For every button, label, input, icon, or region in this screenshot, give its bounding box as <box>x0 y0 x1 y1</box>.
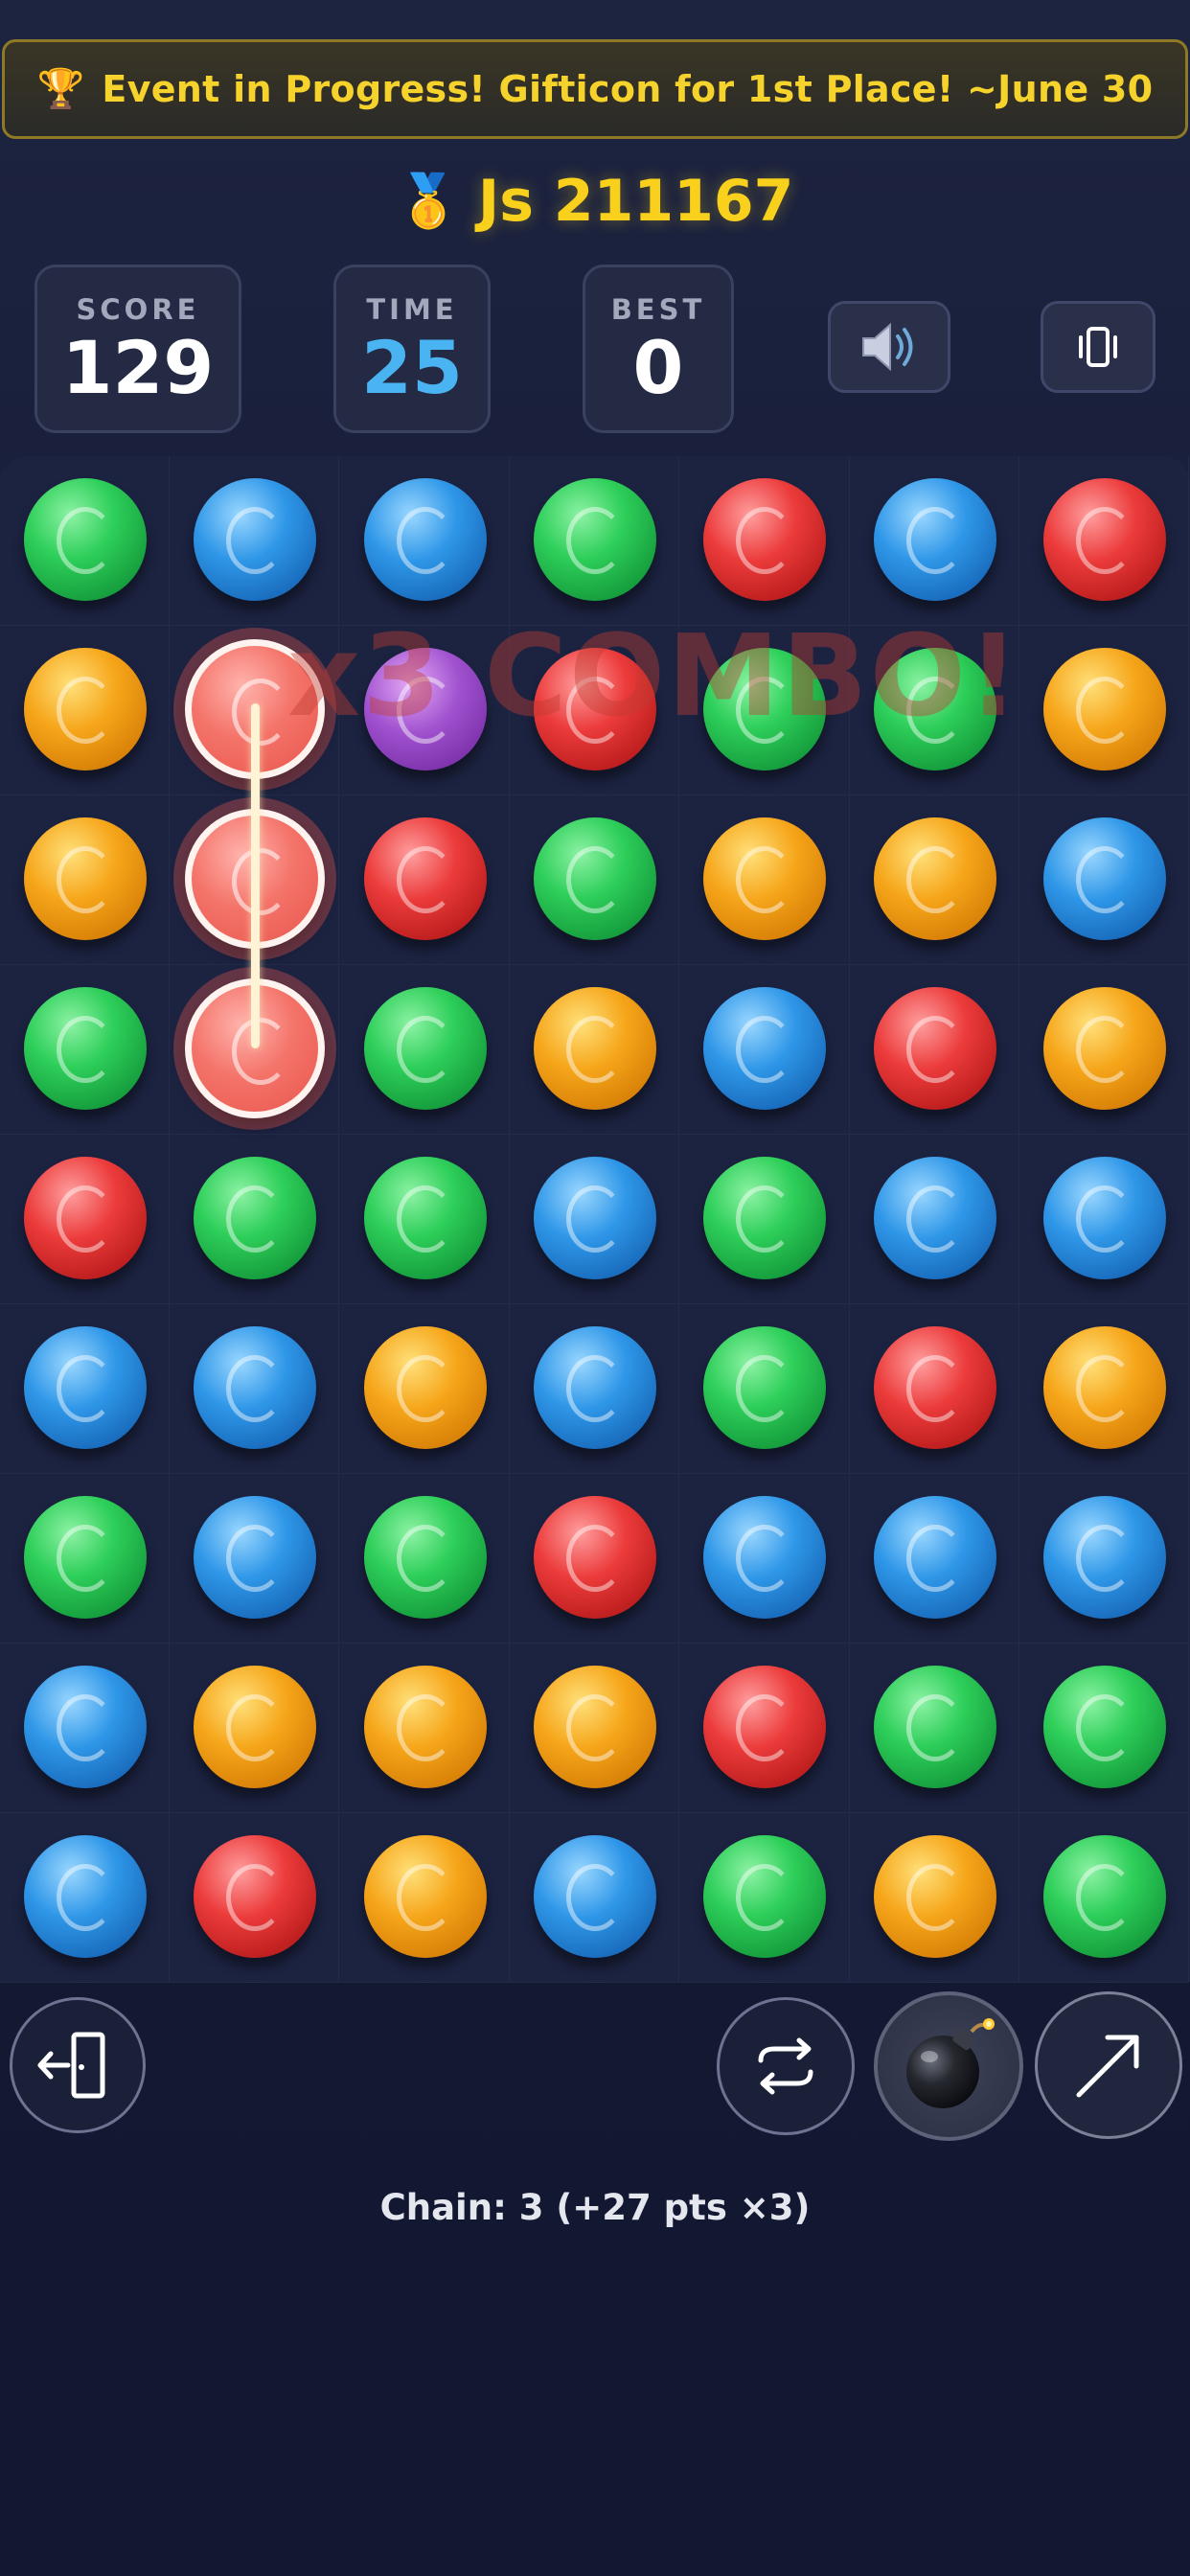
ball-green[interactable] <box>703 1156 827 1279</box>
best-label: BEST <box>610 293 706 326</box>
ball-red[interactable] <box>703 1665 827 1788</box>
ball-blue[interactable] <box>703 986 827 1110</box>
score-value: 129 <box>61 325 215 410</box>
ball-green[interactable] <box>363 1495 487 1619</box>
ball-green[interactable] <box>23 477 147 601</box>
ball-blue[interactable] <box>533 1156 656 1279</box>
ball-orange[interactable] <box>363 1834 487 1958</box>
ball-green[interactable] <box>533 816 656 940</box>
ball-orange[interactable] <box>23 816 147 940</box>
chain-status-text: Chain: 3 (+27 pts ×3) <box>379 2187 811 2228</box>
ball-blue[interactable] <box>23 1834 147 1958</box>
ball-blue[interactable] <box>363 477 487 601</box>
ball-blue[interactable] <box>194 1495 317 1619</box>
time-box: TIME 25 <box>333 264 491 433</box>
ball-green[interactable] <box>873 647 996 770</box>
gold-medal-icon: 🥇 <box>396 171 461 231</box>
game-board <box>0 456 1190 1983</box>
ball-green[interactable] <box>23 1495 147 1619</box>
exit-button[interactable] <box>10 1997 146 2133</box>
ball-blue[interactable] <box>23 1325 147 1449</box>
ball-orange[interactable] <box>873 816 996 940</box>
ball-orange[interactable] <box>363 1665 487 1788</box>
ball-blue[interactable] <box>873 1156 996 1279</box>
ball-blue[interactable] <box>533 1325 656 1449</box>
ball-red[interactable] <box>23 1156 147 1279</box>
diagonal-arrow-button[interactable] <box>1035 1991 1182 2139</box>
player-info: 🥇 Js 211167 <box>0 163 1190 240</box>
ball-red[interactable] <box>533 1495 656 1619</box>
ball-green[interactable] <box>363 986 487 1110</box>
vibration-toggle-button[interactable] <box>1041 301 1156 393</box>
time-value: 25 <box>361 325 463 410</box>
ball-green[interactable] <box>1043 1665 1167 1788</box>
ball-orange[interactable] <box>1043 1325 1167 1449</box>
ball-green[interactable] <box>703 647 827 770</box>
sound-toggle-button[interactable] <box>828 301 950 393</box>
ball-green[interactable] <box>1043 1834 1167 1958</box>
chain-connector-line <box>251 703 260 1048</box>
bomb-button[interactable] <box>874 1991 1023 2141</box>
ball-red[interactable] <box>194 1834 317 1958</box>
time-label: TIME <box>366 293 458 326</box>
ball-green[interactable] <box>703 1834 827 1958</box>
ball-orange[interactable] <box>873 1834 996 1958</box>
ball-purple[interactable] <box>363 647 487 770</box>
ball-green[interactable] <box>533 477 656 601</box>
ball-blue[interactable] <box>873 477 996 601</box>
ball-orange[interactable] <box>363 1325 487 1449</box>
ball-red[interactable] <box>363 816 487 940</box>
ball-red[interactable] <box>703 477 827 601</box>
ball-blue[interactable] <box>873 1495 996 1619</box>
ball-red[interactable] <box>873 1325 996 1449</box>
shuffle-button[interactable] <box>717 1997 855 2135</box>
ball-orange[interactable] <box>1043 986 1167 1110</box>
ball-red[interactable] <box>873 986 996 1110</box>
vibration-icon <box>1079 327 1117 367</box>
score-box: SCORE 129 <box>34 264 241 433</box>
exit-door-icon <box>37 2032 105 2099</box>
ball-orange[interactable] <box>194 1665 317 1788</box>
ball-orange[interactable] <box>1043 647 1167 770</box>
ball-green[interactable] <box>194 1156 317 1279</box>
ball-blue[interactable] <box>23 1665 147 1788</box>
ball-blue[interactable] <box>1043 1495 1167 1619</box>
bomb-icon <box>906 2018 995 2108</box>
ball-blue[interactable] <box>194 1325 317 1449</box>
ball-green[interactable] <box>23 986 147 1110</box>
event-banner-text: Event in Progress! Gifticon for 1st Plac… <box>102 68 1154 110</box>
ball-red[interactable] <box>533 647 656 770</box>
game-screen: 🏆 Event in Progress! Gifticon for 1st Pl… <box>0 0 1190 2576</box>
ball-blue[interactable] <box>1043 1156 1167 1279</box>
ball-blue[interactable] <box>703 1495 827 1619</box>
event-banner[interactable]: 🏆 Event in Progress! Gifticon for 1st Pl… <box>2 39 1188 139</box>
shuffle-icon <box>758 2037 813 2095</box>
diagonal-arrow-icon <box>1076 2035 1139 2098</box>
speaker-icon <box>862 322 913 372</box>
ball-green[interactable] <box>703 1325 827 1449</box>
ball-orange[interactable] <box>533 986 656 1110</box>
ball-orange[interactable] <box>23 647 147 770</box>
ball-green[interactable] <box>363 1156 487 1279</box>
score-label: SCORE <box>76 293 200 326</box>
trophy-icon: 🏆 <box>36 67 85 111</box>
ball-blue[interactable] <box>1043 816 1167 940</box>
ball-green[interactable] <box>873 1665 996 1788</box>
ball-orange[interactable] <box>533 1665 656 1788</box>
player-name: Js 211167 <box>477 168 794 235</box>
ball-red[interactable] <box>1043 477 1167 601</box>
ball-blue[interactable] <box>194 477 317 601</box>
best-value: 0 <box>632 325 684 410</box>
ball-blue[interactable] <box>533 1834 656 1958</box>
best-box: BEST 0 <box>583 264 734 433</box>
ball-orange[interactable] <box>703 816 827 940</box>
